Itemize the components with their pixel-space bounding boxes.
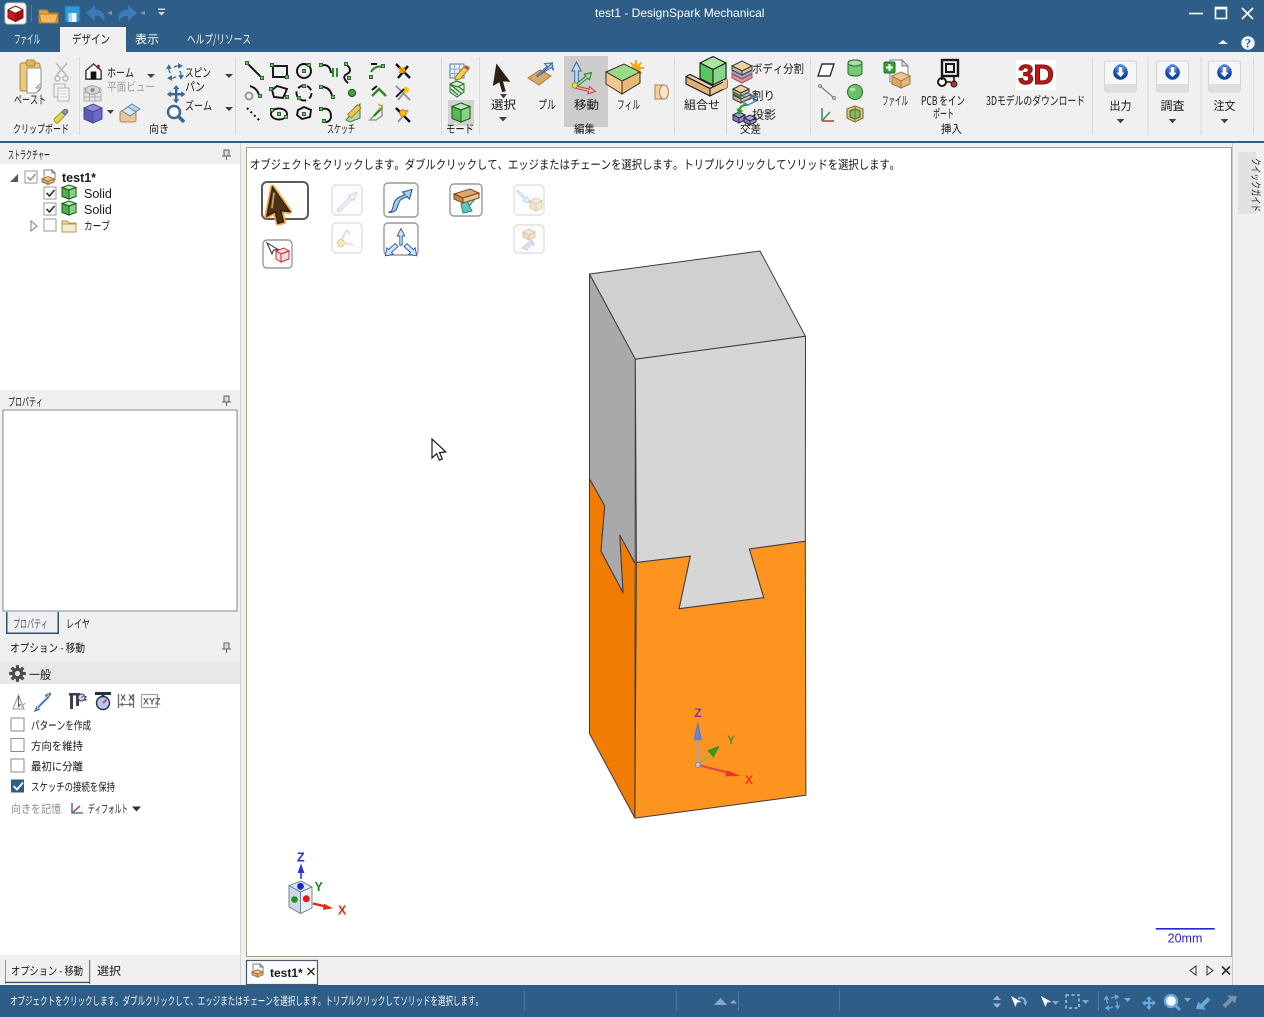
svg-text:Y: Y: [315, 880, 324, 894]
svg-text:?: ?: [1245, 37, 1251, 51]
svg-text:20mm: 20mm: [1168, 932, 1203, 946]
svg-text:test1*: test1*: [62, 171, 96, 185]
svg-text:XYZ: XYZ: [143, 697, 161, 707]
svg-text:X: X: [745, 773, 753, 787]
svg-text:test1*: test1*: [270, 966, 303, 980]
svg-text:3D: 3D: [1018, 59, 1054, 90]
svg-text:Solid: Solid: [84, 203, 112, 217]
svg-text:Z: Z: [297, 851, 305, 865]
svg-text:Y: Y: [727, 733, 735, 747]
svg-text:X: X: [338, 904, 347, 918]
svg-text:Z: Z: [694, 706, 701, 720]
svg-text:Solid: Solid: [84, 187, 112, 201]
svg-text:X X: X X: [120, 693, 134, 703]
